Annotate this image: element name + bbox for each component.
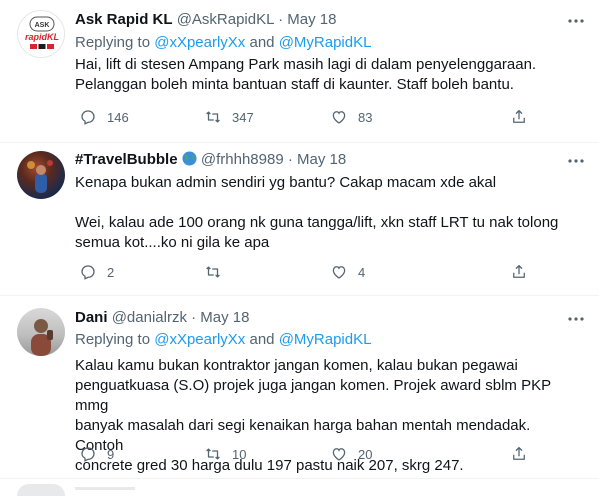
text-line: semua kot....ko ni gila ke apa [75, 234, 270, 251]
separator-dot: · [191, 309, 197, 326]
tweet-text: Hai, lift di stesen Ampang Park masih la… [75, 55, 575, 95]
like-count: 83 [358, 109, 373, 125]
share-icon [513, 446, 525, 460]
text-line: Hai, lift di stesen Ampang Park masih la… [75, 56, 537, 73]
tweet-header: Dani @danialrzk · May 18 [75, 308, 250, 328]
tweet-header: #TravelBubble @frhhh8989 · May 18 [75, 150, 346, 170]
mention-link[interactable]: @MyRapidKL [279, 34, 372, 51]
display-name[interactable]: Ask Rapid KL [75, 11, 173, 28]
retweet-count: 347 [232, 109, 254, 125]
share-button[interactable] [510, 444, 528, 464]
replying-to: Replying to @xXpearlyXx and @MyRapidKL [75, 330, 371, 350]
retweet-button[interactable] [204, 262, 232, 282]
more-options-icon[interactable] [567, 152, 585, 170]
text-line: Kalau kamu bukan kontraktor jangan komen… [75, 357, 518, 374]
retweet-button[interactable]: 347 [204, 107, 254, 127]
replying-to: Replying to @xXpearlyXx and @MyRapidKL [75, 33, 371, 53]
avatar-travelbubble[interactable] [17, 151, 65, 199]
like-button[interactable]: 4 [330, 262, 365, 282]
photo-avatar [27, 160, 53, 193]
tweet-actions: 2 4 [75, 262, 545, 282]
tweet-header: Ask Rapid KL @AskRapidKL · May 18 [75, 10, 336, 30]
share-icon [513, 109, 525, 123]
share-icon [513, 264, 525, 278]
reply-icon [81, 110, 95, 125]
more-options-icon[interactable] [567, 310, 585, 328]
retweet-icon [206, 111, 220, 123]
mention-link[interactable]: @xXpearlyXx [154, 331, 245, 348]
heart-icon [332, 448, 346, 461]
and-label: and [245, 331, 279, 348]
separator-dot: · [278, 11, 284, 28]
next-tweet-preview [17, 484, 65, 496]
reply-icon [81, 265, 95, 280]
replying-to-label: Replying to [75, 331, 155, 348]
display-name[interactable]: Dani [75, 309, 108, 326]
retweet-icon [206, 448, 220, 460]
tweet-travelbubble[interactable]: #TravelBubble @frhhh8989 · May 18 Kenapa… [0, 143, 599, 295]
reply-count: 2 [107, 264, 115, 280]
tweet-actions: 146 347 83 [75, 107, 545, 127]
user-handle[interactable]: @danialrzk [112, 309, 187, 326]
mention-link[interactable]: @xXpearlyXx [154, 34, 245, 51]
photo-avatar [31, 319, 53, 356]
display-name[interactable]: #TravelBubble [75, 151, 178, 168]
timestamp[interactable]: May 18 [200, 309, 249, 326]
separator-dot: · [287, 151, 293, 168]
user-handle[interactable]: @AskRapidKL [177, 11, 274, 28]
avatar-askrapidkl[interactable]: ASK rapidKL [17, 10, 65, 58]
heart-icon [332, 266, 346, 279]
tweet-text: Kenapa bukan admin sendiri yg bantu? Cak… [75, 173, 575, 253]
like-button[interactable]: 20 [330, 444, 372, 464]
reply-button[interactable]: 146 [79, 107, 129, 127]
timestamp[interactable]: May 18 [297, 151, 346, 168]
text-line [75, 193, 575, 213]
more-options-icon[interactable] [567, 12, 585, 30]
reply-count: 146 [107, 109, 129, 125]
reply-button[interactable]: 9 [79, 444, 114, 464]
reply-button[interactable]: 2 [79, 262, 114, 282]
text-line: Wei, kalau ade 100 orang nk guna tangga/… [75, 214, 559, 231]
mention-link[interactable]: @MyRapidKL [279, 331, 372, 348]
and-label: and [245, 34, 279, 51]
like-count: 4 [358, 264, 366, 280]
rapidkl-logo: ASK rapidKL [25, 16, 59, 49]
text-line: Pelanggan boleh minta bantuan staff di k… [75, 76, 514, 93]
reply-icon [81, 447, 95, 462]
timestamp[interactable]: May 18 [287, 11, 336, 28]
retweet-count: 10 [232, 446, 247, 462]
reply-count: 9 [107, 446, 115, 462]
share-button[interactable] [510, 107, 528, 127]
like-button[interactable]: 83 [330, 107, 372, 127]
retweet-icon [206, 266, 220, 278]
text-line: penguatkuasa (S.O) projek juga jangan ko… [75, 377, 551, 414]
text-line: Kenapa bukan admin sendiri yg bantu? Cak… [75, 174, 497, 191]
user-handle[interactable]: @frhhh8989 [201, 151, 284, 168]
divider [0, 478, 599, 479]
globe-emoji-icon [182, 151, 197, 166]
tweet-dani[interactable]: Dani @danialrzk · May 18 Replying to @xX… [0, 296, 599, 476]
replying-to-label: Replying to [75, 34, 155, 51]
svg-text:ASK: ASK [35, 22, 50, 29]
tweet-askrapidkl[interactable]: ASK rapidKL Ask Rapid KL @AskRapidKL · M… [0, 0, 599, 142]
like-count: 20 [358, 446, 373, 462]
retweet-button[interactable]: 10 [204, 444, 246, 464]
heart-icon [332, 111, 346, 124]
avatar-dani[interactable] [17, 308, 65, 356]
share-button[interactable] [510, 262, 528, 282]
tweet-actions: 9 10 20 [75, 444, 545, 464]
svg-text:rapidKL: rapidKL [25, 32, 59, 42]
